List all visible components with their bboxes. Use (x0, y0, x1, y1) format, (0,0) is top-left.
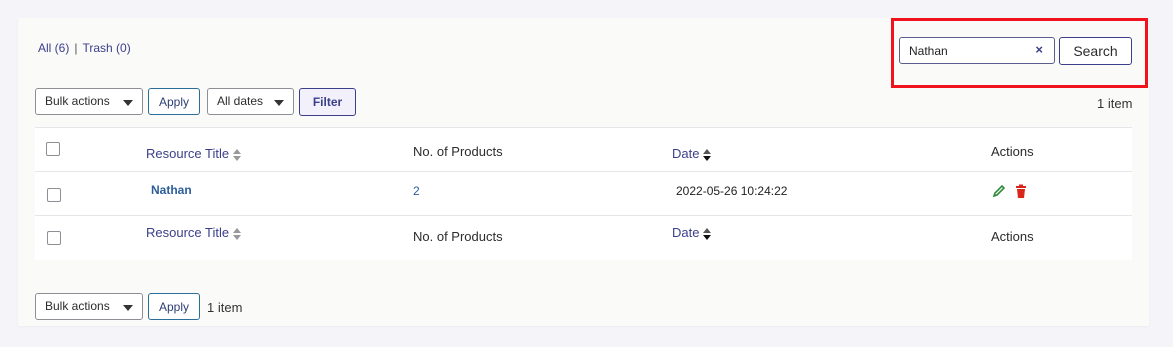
footer-column-date-label: Date (672, 225, 700, 240)
sort-icon (233, 148, 242, 162)
footer-column-date[interactable]: Date (672, 225, 712, 241)
view-all-link[interactable]: All (6) (38, 41, 69, 55)
edit-icon[interactable] (992, 184, 1006, 198)
chevron-down-icon (274, 100, 284, 106)
column-header-resource-title[interactable]: Resource Title (146, 146, 242, 162)
view-trash-link[interactable]: Trash (0) (82, 41, 130, 55)
column-header-resource-title-label: Resource Title (146, 146, 230, 161)
table-divider (35, 171, 1132, 172)
footer-column-resource-title[interactable]: Resource Title (146, 225, 242, 241)
column-header-actions: Actions (991, 144, 1034, 159)
select-all-checkbox-footer[interactable] (47, 231, 61, 245)
footer-column-resource-title-label: Resource Title (146, 225, 230, 240)
row-products: 2 (413, 184, 420, 198)
dates-value: All dates (217, 94, 264, 108)
view-filters: All (6) | Trash (0) (38, 41, 131, 55)
sort-icon (703, 148, 712, 162)
sort-icon (233, 227, 242, 241)
chevron-down-icon (123, 305, 133, 311)
trash-icon[interactable] (1014, 184, 1028, 198)
column-header-date-label: Date (672, 146, 700, 161)
bulk-actions-select[interactable]: Bulk actions (35, 88, 143, 115)
table-border-top (35, 127, 1132, 128)
column-header-products: No. of Products (413, 144, 503, 159)
row-checkbox[interactable] (47, 188, 61, 202)
bulk-actions-value: Bulk actions (45, 94, 110, 108)
search-button[interactable]: Search (1059, 37, 1132, 65)
row-date: 2022-05-26 10:24:22 (676, 184, 788, 198)
dates-select[interactable]: All dates (207, 88, 294, 115)
bottom-item-count: 1 item (207, 300, 243, 315)
sort-icon (703, 227, 712, 241)
select-all-checkbox[interactable] (46, 142, 60, 156)
column-header-date[interactable]: Date (672, 146, 712, 162)
clear-search-icon[interactable]: × (1035, 42, 1043, 57)
top-item-count: 1 item (1097, 96, 1133, 111)
bulk-actions-bottom-value: Bulk actions (45, 299, 110, 313)
apply-button[interactable]: Apply (148, 88, 200, 115)
search-box: × (899, 37, 1055, 64)
view-separator: | (74, 41, 78, 55)
bulk-actions-select-bottom[interactable]: Bulk actions (35, 293, 143, 320)
row-title-link[interactable]: Nathan (151, 183, 192, 197)
chevron-down-icon (123, 100, 133, 106)
apply-button-bottom[interactable]: Apply (148, 293, 200, 320)
filter-button[interactable]: Filter (299, 88, 356, 116)
table-divider (35, 215, 1132, 216)
resources-table: Resource Title No. of Products Date Acti… (35, 127, 1132, 260)
search-input[interactable] (900, 38, 1025, 63)
footer-column-products: No. of Products (413, 229, 503, 244)
footer-column-actions: Actions (991, 229, 1034, 244)
